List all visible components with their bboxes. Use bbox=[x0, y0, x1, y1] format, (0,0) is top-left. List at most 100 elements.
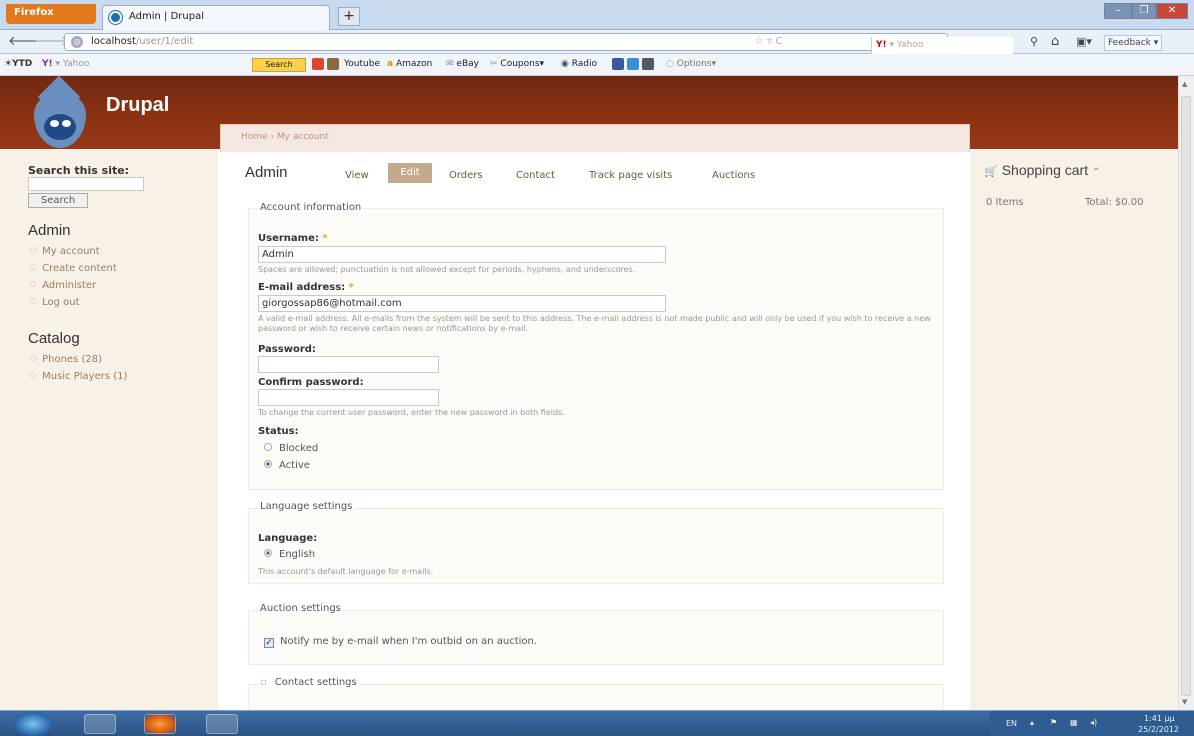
username-field[interactable]: Admin bbox=[258, 246, 666, 263]
toolbar-amazon-link[interactable]: a Amazon bbox=[387, 59, 432, 69]
language-english-radio[interactable]: English bbox=[264, 549, 315, 560]
tab-auctions[interactable]: Auctions bbox=[712, 170, 755, 181]
toolbar-icons bbox=[312, 58, 339, 70]
options-icon: ◌ bbox=[666, 59, 674, 69]
browser-tab-bar: Firefox Admin | Drupal + – ❐ ✕ bbox=[0, 0, 1194, 30]
sidebar-search-input[interactable] bbox=[28, 177, 144, 191]
confirm-password-field[interactable] bbox=[258, 389, 439, 406]
cart-title: Shopping cart bbox=[1001, 162, 1089, 178]
search-icon[interactable]: ⚲ bbox=[1030, 34, 1038, 50]
site-name[interactable]: Drupal bbox=[106, 94, 169, 117]
volume-icon[interactable]: ◂) bbox=[1090, 718, 1097, 727]
toolbar-youtube-link[interactable]: Youtube bbox=[344, 59, 380, 69]
username-label: Username: * bbox=[258, 233, 328, 244]
system-tray: EN ▴ ⚑ ▦ ◂) 1:41 μμ 25/2/2012 bbox=[990, 711, 1194, 736]
search-engine-box[interactable]: Y! ▾ Yahoo bbox=[871, 37, 1013, 55]
status-active-radio[interactable]: Active bbox=[264, 460, 310, 471]
toolbar-coupons-link[interactable]: ✂ Coupons▾ bbox=[490, 59, 544, 69]
contact-settings-legend[interactable]: ▫ Contact settings bbox=[258, 677, 359, 688]
network-icon[interactable]: ▦ bbox=[1070, 718, 1078, 727]
yahoo-toolbar: ☀YTD Y! ▾ Yahoo Search Youtube a Amazon … bbox=[0, 54, 1194, 76]
tray-expand-icon[interactable]: ▴ bbox=[1030, 718, 1034, 727]
scrollbar-thumb[interactable] bbox=[1181, 96, 1191, 696]
ytd-icon: ☀ bbox=[4, 59, 13, 69]
scroll-down-icon[interactable]: ▼ bbox=[1182, 698, 1187, 706]
email-field[interactable]: giorgossap86@hotmail.com bbox=[258, 295, 666, 312]
tab-edit[interactable]: Edit bbox=[388, 163, 432, 183]
toolbar-ebay-link[interactable]: ✉ eBay bbox=[446, 59, 479, 69]
clock-date[interactable]: 25/2/2012 bbox=[1138, 725, 1179, 734]
sidebar-item-my-account[interactable]: My account bbox=[30, 246, 100, 257]
url-bar[interactable]: ◎ localhost/user/1/edit ☆ ▿ C Y! ▾ Yahoo bbox=[64, 33, 1013, 55]
ytd-button[interactable]: ☀YTD bbox=[4, 59, 32, 69]
tab-track-page-visits[interactable]: Track page visits bbox=[589, 170, 672, 181]
sidebar-item-log-out[interactable]: Log out bbox=[30, 297, 79, 308]
word-app-icon[interactable] bbox=[206, 714, 238, 734]
firefox-menu-button[interactable]: Firefox bbox=[6, 4, 96, 24]
tab-orders[interactable]: Orders bbox=[449, 170, 483, 181]
youtube-label: Youtube bbox=[344, 59, 380, 69]
drupal-logo-icon[interactable] bbox=[34, 92, 86, 148]
office-app-icon[interactable] bbox=[84, 714, 116, 734]
site-identity-icon[interactable]: ◎ bbox=[71, 36, 83, 48]
toolbar-book-icon[interactable] bbox=[326, 58, 339, 70]
search-label: Search this site: bbox=[28, 164, 130, 177]
password-field[interactable] bbox=[258, 356, 439, 373]
close-icon[interactable]: ✕ bbox=[1156, 3, 1188, 19]
yahoo-toolbar-search[interactable]: Y! ▾ Yahoo bbox=[42, 59, 89, 69]
feedback-label: Feedback bbox=[1108, 38, 1151, 48]
cart-icon: 🛒 bbox=[984, 166, 998, 178]
clock-time[interactable]: 1:41 μμ bbox=[1144, 714, 1175, 723]
toolbar-options-link[interactable]: ◌ Options▾ bbox=[666, 59, 716, 69]
required-marker: * bbox=[348, 282, 354, 293]
toolbar-app-icon[interactable] bbox=[312, 58, 324, 70]
toolbar-radio-link[interactable]: ◉ Radio bbox=[561, 59, 597, 69]
collapse-arrow-icon[interactable]: ⌃ bbox=[1092, 167, 1100, 178]
ytd-label: YTD bbox=[12, 59, 33, 69]
status-blocked-radio[interactable]: Blocked bbox=[264, 443, 318, 454]
feedback-button[interactable]: Feedback ▾ bbox=[1104, 35, 1163, 51]
navigation-bar: 🡐 🡒 ◎ localhost/user/1/edit ☆ ▿ C Y! ▾ Y… bbox=[0, 30, 1194, 55]
status-blocked-label: Blocked bbox=[279, 443, 319, 454]
radio-checked-icon bbox=[264, 460, 272, 468]
sidebar-item-create-content[interactable]: Create content bbox=[30, 263, 117, 274]
social-icon[interactable] bbox=[626, 58, 639, 70]
minimize-icon[interactable]: – bbox=[1104, 3, 1132, 19]
radio-checked-icon bbox=[264, 549, 272, 557]
start-orb-icon[interactable] bbox=[14, 712, 52, 736]
confirm-password-label: Confirm password: bbox=[258, 377, 364, 388]
sidebar-item-music-players[interactable]: Music Players (1) bbox=[30, 371, 127, 382]
breadcrumb[interactable]: Home › My account bbox=[220, 124, 970, 152]
language-indicator[interactable]: EN bbox=[1006, 719, 1017, 728]
sidebar-item-administer[interactable]: Administer bbox=[30, 280, 96, 291]
sidebar-search-button[interactable]: Search bbox=[28, 193, 88, 208]
grid-icon[interactable] bbox=[641, 58, 654, 70]
maximize-icon[interactable]: ❐ bbox=[1132, 3, 1156, 19]
scroll-up-icon[interactable]: ▲ bbox=[1182, 80, 1187, 88]
tab-view[interactable]: View bbox=[345, 170, 369, 181]
home-icon[interactable]: ⌂ bbox=[1051, 34, 1059, 50]
toolbar-search-button[interactable]: Search bbox=[252, 58, 306, 72]
language-label: Language: bbox=[258, 533, 318, 544]
browser-tab-active[interactable]: Admin | Drupal bbox=[102, 5, 330, 30]
outbid-notify-label: Notify me by e-mail when I'm outbid on a… bbox=[280, 636, 538, 647]
new-tab-button[interactable]: + bbox=[338, 7, 360, 26]
cart-total: Total: $0.00 bbox=[1085, 197, 1144, 208]
shopping-cart-block[interactable]: 🛒 Shopping cart ⌃ bbox=[984, 162, 1100, 178]
bookmark-star-icon[interactable]: ☆ ▿ C bbox=[755, 34, 782, 50]
url-host: localhost bbox=[91, 36, 136, 47]
bookmarks-menu-icon[interactable]: ▣▾ bbox=[1076, 34, 1092, 50]
sidebar-item-phones[interactable]: Phones (28) bbox=[30, 354, 102, 365]
language-description: This account's default language for e-ma… bbox=[258, 567, 434, 576]
admin-menu-heading: Admin bbox=[28, 222, 71, 239]
page-title: Admin bbox=[245, 164, 288, 181]
tab-contact[interactable]: Contact bbox=[516, 170, 555, 181]
right-sidebar bbox=[970, 149, 1178, 710]
outbid-notify-checkbox[interactable]: ✓ Notify me by e-mail when I'm outbid on … bbox=[264, 636, 537, 648]
flag-icon[interactable]: ⚑ bbox=[1050, 718, 1057, 727]
radio-unchecked-icon bbox=[264, 443, 272, 451]
windows-taskbar: EN ▴ ⚑ ▦ ◂) 1:41 μμ 25/2/2012 bbox=[0, 710, 1194, 736]
firefox-taskbar-icon[interactable] bbox=[144, 714, 176, 734]
facebook-icon[interactable] bbox=[612, 58, 624, 70]
collapse-toggle-icon: ▫ bbox=[260, 677, 267, 688]
